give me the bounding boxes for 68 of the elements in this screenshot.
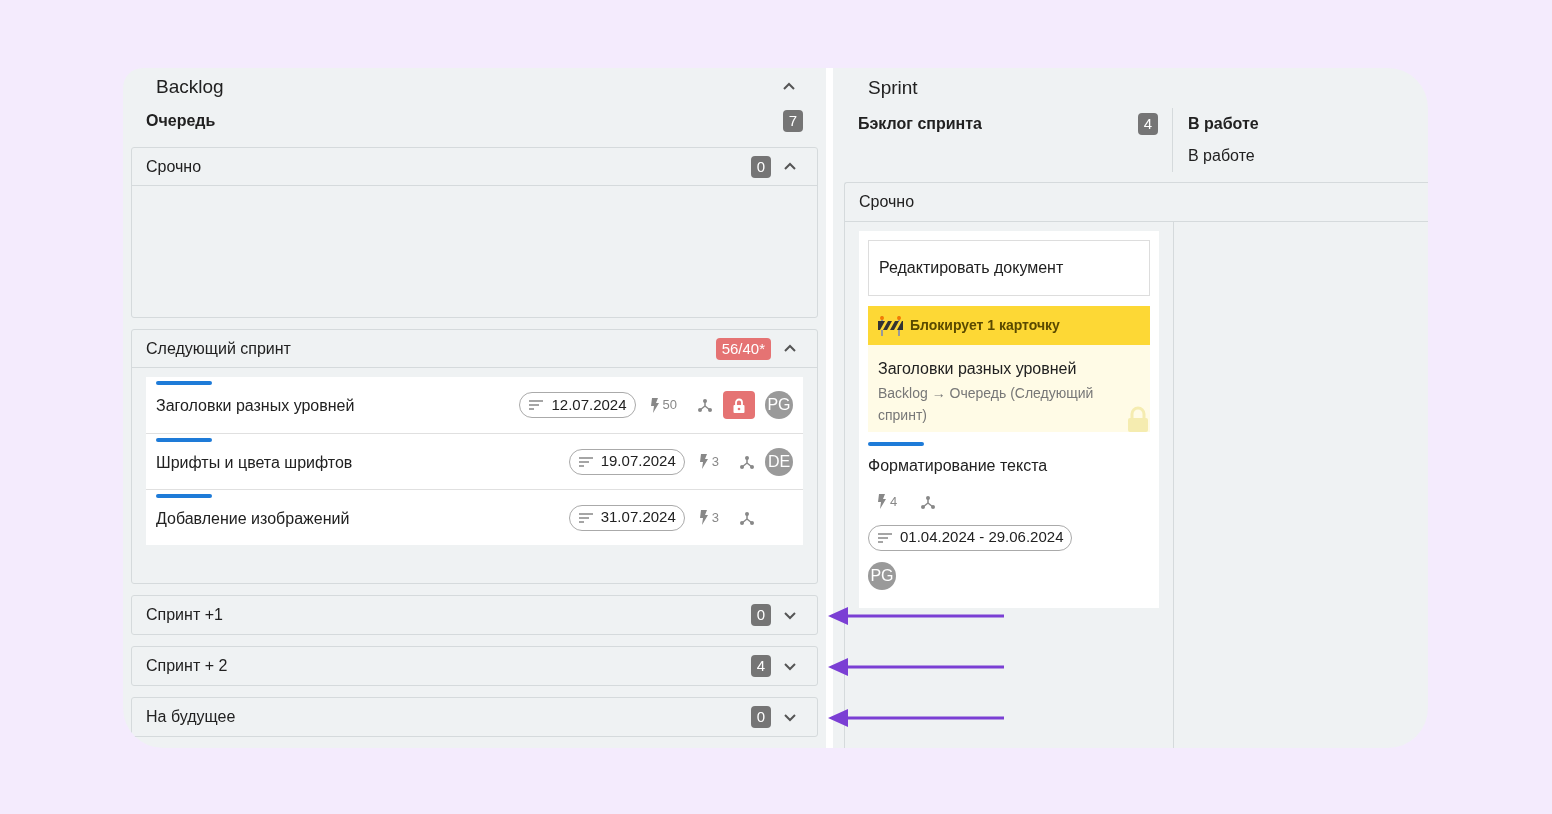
priority-bar — [156, 381, 212, 385]
lightning-icon — [649, 397, 660, 413]
count-badge: 0 — [750, 706, 771, 728]
lock-icon — [733, 397, 745, 413]
task-card[interactable]: Шрифты и цвета шрифтов 19.07.2024 3 DE — [146, 433, 803, 489]
task-title: Шрифты и цвета шрифтов — [156, 452, 354, 473]
column-subtitle: В работе — [1188, 146, 1256, 166]
count-badge: 7 — [782, 110, 803, 132]
task-card[interactable]: Добавление изображений 31.07.2024 3 — [146, 489, 803, 545]
priority-bar — [868, 442, 924, 446]
date-text: 19.07.2024 — [600, 451, 676, 472]
sort-lines-icon — [528, 399, 545, 411]
count-badge: 4 — [1137, 113, 1158, 135]
count-badge: 56/40* — [715, 337, 771, 360]
barrier-icon — [878, 315, 903, 336]
chevron-down-icon[interactable] — [783, 660, 797, 672]
date-text: 31.07.2024 — [600, 507, 676, 528]
group-title: На будущее — [146, 707, 237, 727]
panel-title: Backlog — [156, 74, 225, 99]
blocker-label: Блокирует 1 карточку — [910, 316, 1060, 335]
sort-lines-icon — [577, 511, 594, 524]
count-badge: 0 — [750, 604, 771, 626]
story-points: 3 — [711, 452, 719, 471]
sort-lines-icon — [577, 455, 594, 468]
task-title: Заголовки разных уровней — [156, 396, 356, 416]
task-title: Форматирование текста — [868, 456, 1049, 476]
blocked-task-title: Заголовки разных уровней — [878, 359, 1078, 379]
input-field[interactable]: Редактировать документ — [868, 240, 1150, 296]
column-title: Бэклог спринта — [858, 114, 983, 134]
lightning-icon — [877, 494, 887, 510]
chevron-up-icon[interactable] — [783, 343, 797, 354]
task-path: Backlog → Очередь (Следующий спринт) — [878, 384, 1095, 425]
count-badge: 4 — [750, 655, 771, 677]
branch-icon — [739, 453, 755, 470]
task-title: Добавление изображений — [156, 508, 351, 529]
story-points: 4 — [890, 493, 898, 511]
lane-title: Срочно — [845, 183, 1428, 222]
column-title: Очередь — [146, 111, 217, 131]
date-text: 12.07.2024 — [551, 394, 627, 415]
story-points: 50 — [662, 396, 677, 415]
column-title: В работе — [1188, 114, 1260, 134]
story-points: 3 — [711, 508, 719, 527]
chevron-down-icon[interactable] — [783, 609, 797, 621]
task-card[interactable]: Заголовки разных уровней 12.07.2024 50 PG — [146, 377, 803, 433]
task-card[interactable]: Редактировать документ Блокирует 1 карточку Заголовки разных уровней Backlog → Очередь (Следующий спринт) Форматирование текста 4 01.04.2024 - 29.06.2024 PG — [859, 231, 1159, 608]
priority-bar — [156, 438, 212, 442]
priority-bar — [156, 494, 212, 498]
sort-lines-icon — [877, 531, 893, 544]
avatar: PG — [868, 561, 896, 590]
count-badge: 0 — [750, 155, 771, 178]
lock-icon — [1128, 406, 1148, 432]
branch-icon — [739, 509, 755, 526]
avatar: PG — [765, 391, 793, 419]
lock-button[interactable] — [723, 391, 755, 419]
branch-icon — [697, 397, 713, 413]
group-title: Спринт + 2 — [146, 656, 229, 676]
panel-title: Sprint — [867, 76, 919, 100]
chevron-up-icon[interactable] — [782, 80, 796, 92]
lightning-icon — [698, 510, 709, 525]
group-title: Срочно — [146, 156, 203, 177]
group-title: Следующий спринт — [146, 338, 292, 359]
chevron-down-icon[interactable] — [783, 711, 797, 723]
avatar: DE — [765, 447, 793, 476]
group-title: Спринт +1 — [146, 605, 224, 625]
lightning-icon — [698, 454, 709, 469]
chevron-up-icon[interactable] — [783, 161, 797, 172]
branch-icon — [920, 493, 937, 510]
date-text: 01.04.2024 - 29.06.2024 — [900, 527, 1064, 548]
